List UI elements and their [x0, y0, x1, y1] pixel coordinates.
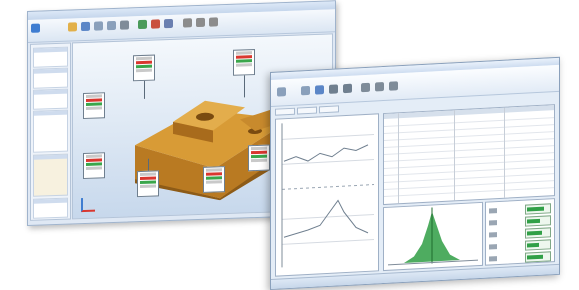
table-column-divider	[454, 110, 455, 201]
chart-gridline	[282, 159, 374, 165]
measurement-callout[interactable]	[133, 54, 155, 82]
measure-icon[interactable]	[138, 19, 147, 30]
histogram-chart	[388, 207, 478, 266]
filter-icon[interactable]	[329, 84, 338, 94]
control-chart-panel[interactable]	[275, 113, 379, 277]
forward-icon[interactable]	[301, 85, 310, 96]
sidebar-panel[interactable]	[33, 67, 68, 89]
data-table-panel[interactable]	[383, 104, 555, 206]
meter-row	[489, 227, 551, 240]
meter-fill	[527, 206, 544, 212]
sidebar-panel[interactable]	[33, 46, 68, 68]
meter-fill	[527, 254, 543, 260]
callout-leader	[244, 75, 245, 98]
sidebar-panel[interactable]	[33, 153, 68, 197]
lower-trend-line	[283, 199, 369, 238]
sidebar-panel[interactable]	[33, 88, 68, 110]
settings-icon[interactable]	[209, 17, 218, 27]
measurement-callout[interactable]	[248, 144, 270, 172]
upper-trend-line	[283, 144, 369, 162]
control-chart	[281, 123, 374, 268]
chart-icon[interactable]	[315, 85, 324, 95]
redo-icon[interactable]	[107, 20, 116, 31]
measurement-callout[interactable]	[233, 49, 255, 76]
print-icon[interactable]	[120, 20, 129, 30]
tab-view[interactable]	[319, 105, 339, 114]
chart-gridline	[282, 134, 374, 140]
meter-row	[489, 203, 551, 216]
measurement-callout[interactable]	[83, 152, 105, 180]
sidebar-panel[interactable]	[33, 197, 68, 219]
statistics-window	[270, 56, 560, 290]
meter-fill	[527, 218, 541, 224]
callout-leader	[144, 80, 145, 99]
tab-view[interactable]	[275, 107, 295, 116]
export-icon[interactable]	[343, 83, 352, 94]
align-icon[interactable]	[151, 19, 160, 29]
open-icon[interactable]	[68, 22, 77, 32]
table-icon[interactable]	[375, 82, 384, 92]
callout-leader	[148, 158, 149, 171]
feature-sidebar	[30, 42, 71, 221]
meter-row	[489, 239, 551, 252]
table-column-divider	[504, 107, 505, 198]
table-column-divider	[398, 113, 399, 204]
sidebar-panel[interactable]	[33, 109, 68, 153]
meter-row	[489, 215, 551, 228]
zoom-icon[interactable]	[183, 18, 192, 28]
chart-gridline	[282, 184, 374, 190]
measurement-callout[interactable]	[137, 170, 159, 198]
histogram-panel[interactable]	[383, 201, 483, 272]
meter-row	[489, 251, 551, 264]
coordinate-triad-icon	[81, 197, 95, 213]
measurement-callout[interactable]	[83, 92, 105, 120]
chart-gridline	[282, 214, 374, 220]
measurement-callout[interactable]	[203, 166, 225, 193]
tab-view[interactable]	[297, 106, 317, 115]
save-icon[interactable]	[81, 21, 90, 32]
print-icon[interactable]	[361, 82, 370, 93]
undo-icon[interactable]	[94, 21, 103, 31]
chart-gridline	[282, 239, 374, 245]
rotate-icon[interactable]	[196, 17, 205, 28]
table-header	[384, 105, 554, 120]
help-icon[interactable]	[389, 81, 398, 91]
capability-meters-panel[interactable]	[485, 198, 555, 266]
report-icon[interactable]	[164, 18, 173, 29]
app-menu-icon[interactable]	[31, 23, 40, 33]
meter-fill	[527, 230, 542, 236]
meter-fill	[527, 242, 539, 248]
back-icon[interactable]	[277, 87, 286, 97]
